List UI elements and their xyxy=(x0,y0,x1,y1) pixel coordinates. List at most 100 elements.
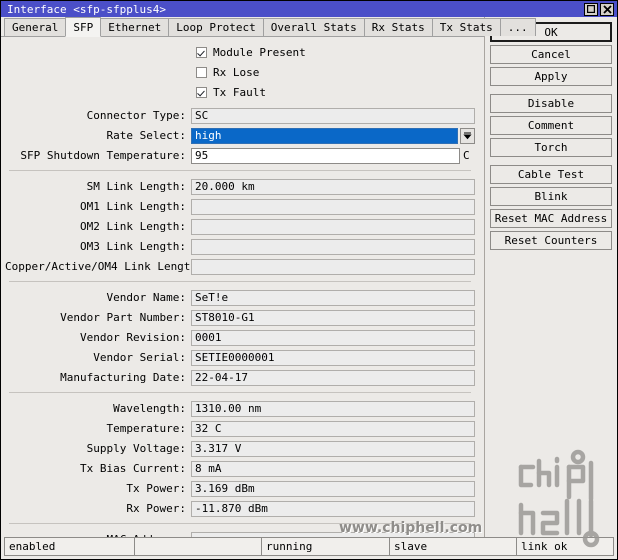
om4-link-length-value xyxy=(191,258,475,275)
cable-test-button[interactable]: Cable Test xyxy=(490,165,612,184)
button-label: Torch xyxy=(534,141,568,154)
tab-label: Overall Stats xyxy=(270,21,357,34)
row-vendor-name: Vendor Name: SeT!e xyxy=(5,288,475,307)
close-button[interactable] xyxy=(600,2,614,16)
status-cell-empty xyxy=(135,538,262,555)
status-cell-running: running xyxy=(262,538,390,555)
vendor-serial-value: SETIE0000001 xyxy=(191,349,475,366)
tab-rx-stats[interactable]: Rx Stats xyxy=(363,18,433,36)
tab-label: Rx Stats xyxy=(371,21,425,34)
status-bar: enabled running slave link ok xyxy=(4,537,614,556)
torch-button[interactable]: Torch xyxy=(490,138,612,157)
row-rx-power: Rx Power: -11.870 dBm xyxy=(5,499,475,518)
chevron-down-icon xyxy=(463,132,472,140)
row-tx-power: Tx Power: 3.169 dBm xyxy=(5,479,475,498)
checkbox-label: Rx Lose xyxy=(213,66,260,79)
om2-link-length-label: OM2 Link Length: xyxy=(80,220,186,233)
connector-type-value: SC xyxy=(191,107,475,124)
button-label: Cancel xyxy=(531,48,571,61)
checkbox-module-present[interactable]: Module Present xyxy=(5,43,475,62)
temperature-value: 32 C xyxy=(191,420,475,437)
checkbox-rx-lose[interactable]: Rx Lose xyxy=(5,63,475,82)
supply-voltage-value: 3.317 V xyxy=(191,440,475,457)
blink-button[interactable]: Blink xyxy=(490,187,612,206)
tab-sfp[interactable]: SFP xyxy=(65,17,102,37)
shutdown-temperature-unit: C xyxy=(463,149,470,162)
connector-type-label: Connector Type: xyxy=(86,109,186,122)
maximize-button[interactable] xyxy=(584,2,598,16)
row-temperature: Temperature: 32 C xyxy=(5,419,475,438)
tab-loop-protect[interactable]: Loop Protect xyxy=(168,18,264,36)
row-wavelength: Wavelength: 1310.00 nm xyxy=(5,399,475,418)
temperature-label: Temperature: xyxy=(106,422,186,435)
button-label: Reset Counters xyxy=(504,234,598,247)
wavelength-label: Wavelength: xyxy=(113,402,186,415)
rx-power-label: Rx Power: xyxy=(126,502,186,515)
row-connector-type: Connector Type: SC xyxy=(5,106,475,125)
apply-button[interactable]: Apply xyxy=(490,67,612,86)
om2-link-length-value xyxy=(191,218,475,235)
row-manufacturing-date: Manufacturing Date: 22-04-17 xyxy=(5,368,475,387)
checkbox-box[interactable] xyxy=(196,67,207,78)
rate-select-combobox[interactable]: high xyxy=(191,127,475,144)
dialog-body: General SFP Ethernet Loop Protect Overal… xyxy=(1,17,617,537)
button-label: Apply xyxy=(534,70,568,83)
rate-select-dropdown-button[interactable] xyxy=(460,127,475,144)
row-rate-select: Rate Select: high xyxy=(5,126,475,145)
manufacturing-date-label: Manufacturing Date: xyxy=(60,371,186,384)
checkbox-label: Module Present xyxy=(213,46,306,59)
button-panel: OK Cancel Apply Disable Comment Torch Ca… xyxy=(485,17,617,537)
checkbox-box[interactable] xyxy=(196,87,207,98)
comment-button[interactable]: Comment xyxy=(490,116,612,135)
tab-label: General xyxy=(12,21,59,34)
disable-button[interactable]: Disable xyxy=(490,94,612,113)
wavelength-value: 1310.00 nm xyxy=(191,400,475,417)
tab-bar: General SFP Ethernet Loop Protect Overal… xyxy=(1,17,536,37)
rate-select-value[interactable]: high xyxy=(191,127,458,144)
status-cell-link-ok: link ok xyxy=(521,540,568,553)
rate-select-label: Rate Select: xyxy=(106,129,186,142)
tab-label: Ethernet xyxy=(108,21,162,34)
row-supply-voltage: Supply Voltage: 3.317 V xyxy=(5,439,475,458)
button-label: Cable Test xyxy=(517,168,585,181)
cancel-button[interactable]: Cancel xyxy=(490,45,612,64)
supply-voltage-label: Supply Voltage: xyxy=(86,442,186,455)
tab-label: Loop Protect xyxy=(176,21,256,34)
tab-tx-stats[interactable]: Tx Stats xyxy=(431,18,501,36)
tab-label: Tx Stats xyxy=(439,21,493,34)
form-panel: General SFP Ethernet Loop Protect Overal… xyxy=(1,17,536,537)
om1-link-length-label: OM1 Link Length: xyxy=(80,200,186,213)
row-om4-link-length: Copper/Active/OM4 Link Length: xyxy=(5,257,475,276)
row-om1-link-length: OM1 Link Length: xyxy=(5,197,475,216)
manufacturing-date-value: 22-04-17 xyxy=(191,369,475,386)
sm-link-length-value: 20.000 km xyxy=(191,178,475,195)
om4-link-length-label: Copper/Active/OM4 Link Length: xyxy=(5,260,204,273)
reset-mac-address-button[interactable]: Reset MAC Address xyxy=(490,209,612,228)
title-bar[interactable]: Interface <sfp-sfpplus4> xyxy=(1,1,617,17)
tab-overall-stats[interactable]: Overall Stats xyxy=(262,18,365,36)
button-label: Comment xyxy=(527,119,575,132)
section-divider xyxy=(9,523,471,524)
sm-link-length-label: SM Link Length: xyxy=(86,180,186,193)
reset-counters-button[interactable]: Reset Counters xyxy=(490,231,612,250)
vendor-name-value: SeT!e xyxy=(191,289,475,306)
rx-power-value: -11.870 dBm xyxy=(191,500,475,517)
button-label: Blink xyxy=(534,190,568,203)
shutdown-temperature-input[interactable]: 95 xyxy=(191,147,460,164)
vendor-revision-value: 0001 xyxy=(191,329,475,346)
checkbox-label: Tx Fault xyxy=(213,86,266,99)
button-label: OK xyxy=(544,25,558,39)
tab-more[interactable]: ... xyxy=(499,18,536,36)
row-vendor-revision: Vendor Revision: 0001 xyxy=(5,328,475,347)
tx-power-value: 3.169 dBm xyxy=(191,480,475,497)
checkbox-box[interactable] xyxy=(196,47,207,58)
checkbox-tx-fault[interactable]: Tx Fault xyxy=(5,83,475,102)
tab-general[interactable]: General xyxy=(4,18,67,36)
button-label: Reset MAC Address xyxy=(494,212,608,225)
row-vendor-part-number: Vendor Part Number: ST8010-G1 xyxy=(5,308,475,327)
section-divider xyxy=(9,170,471,171)
tx-bias-current-value: 8 mA xyxy=(191,460,475,477)
vendor-part-number-value: ST8010-G1 xyxy=(191,309,475,326)
tx-bias-current-label: Tx Bias Current: xyxy=(80,462,186,475)
tab-ethernet[interactable]: Ethernet xyxy=(100,18,170,36)
